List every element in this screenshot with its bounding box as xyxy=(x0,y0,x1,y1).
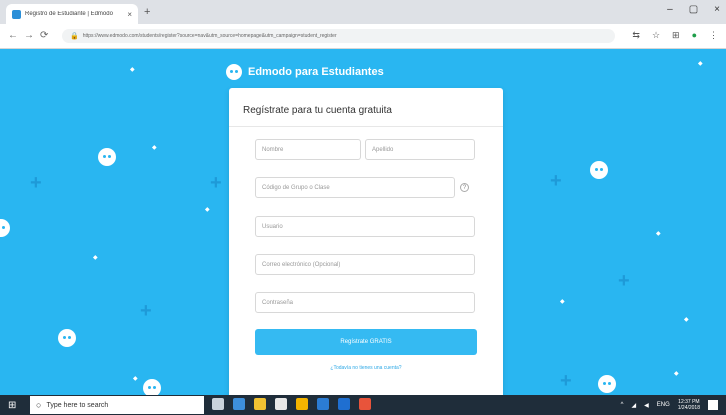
first-name-field[interactable]: Nombre xyxy=(255,139,361,160)
clock[interactable]: 12:37 PM 1/24/2018 xyxy=(678,399,700,411)
sparkle-icon: ◆ xyxy=(674,371,679,377)
registration-card: Regístrate para tu cuenta gratuita Nombr… xyxy=(229,88,503,395)
lock-icon: 🔒 xyxy=(70,33,79,40)
url-text: https://www.edmodo.com/students/register… xyxy=(82,33,337,39)
sparkle-icon: ◆ xyxy=(205,207,210,213)
tab-close-icon[interactable]: × xyxy=(127,10,132,19)
sparkle-icon: ◆ xyxy=(133,376,138,382)
system-tray: ^ ◢ ◀ ENG 12:37 PM 1/24/2018 xyxy=(621,399,718,411)
page-content: ◆ ◆ ◆ ◆ ◆ ◆ ◆ ◆ ◆ ◆ + + + + + + Edmodo p… xyxy=(0,49,726,395)
brand-header: Edmodo para Estudiantes xyxy=(226,64,384,80)
username-field[interactable]: Usuario xyxy=(255,216,475,237)
profile-icon[interactable]: ● xyxy=(692,30,697,41)
back-icon[interactable]: ← xyxy=(8,30,18,41)
store-icon[interactable] xyxy=(275,398,287,410)
window-controls: – ▢ × xyxy=(667,4,720,15)
sparkle-icon: ◆ xyxy=(560,299,565,305)
forward-icon[interactable]: → xyxy=(24,30,34,41)
divider xyxy=(229,126,503,127)
plus-decoration-icon: + xyxy=(560,370,572,392)
login-link[interactable]: ¿Todavía no tienes una cuenta? xyxy=(229,365,503,371)
browser-tab[interactable]: Registro de Estudiante | Edmodo × xyxy=(6,4,138,24)
robot-decoration-icon xyxy=(590,161,608,179)
sparkle-icon: ◆ xyxy=(130,67,135,73)
sparkle-icon: ◆ xyxy=(698,61,703,67)
language-indicator[interactable]: ENG xyxy=(657,402,670,408)
plus-decoration-icon: + xyxy=(210,172,222,194)
robot-decoration-icon xyxy=(143,379,161,395)
windows-taskbar: ⊞ ○ Type here to search ^ ◢ ◀ ENG 12:37 … xyxy=(0,395,726,415)
robot-decoration-icon xyxy=(58,329,76,347)
bookmark-star-icon[interactable]: ☆ xyxy=(652,30,660,41)
app-icon[interactable] xyxy=(359,398,371,410)
url-field[interactable]: 🔒 https://www.edmodo.com/students/regist… xyxy=(62,29,615,43)
email-field[interactable]: Correo electrónico (Opcional) xyxy=(255,254,475,275)
sparkle-icon: ◆ xyxy=(152,145,157,151)
help-icon[interactable]: ? xyxy=(460,183,469,192)
extensions-area: ⇆ ☆ ⊞ ● ⋮ xyxy=(632,30,718,41)
chrome-icon[interactable] xyxy=(296,398,308,410)
sparkle-icon: ◆ xyxy=(656,231,661,237)
minimize-icon[interactable]: – xyxy=(667,4,673,15)
edge-icon[interactable] xyxy=(233,398,245,410)
notification-icon[interactable] xyxy=(708,400,718,410)
maximize-icon[interactable]: ▢ xyxy=(689,4,698,15)
tab-title: Registro de Estudiante | Edmodo xyxy=(25,11,113,17)
form-title: Regístrate para tu cuenta gratuita xyxy=(243,105,392,116)
password-field[interactable]: Contraseña xyxy=(255,292,475,313)
submit-button[interactable]: Regístrate GRATIS xyxy=(255,329,477,355)
sparkle-icon: ◆ xyxy=(684,317,689,323)
plus-decoration-icon: + xyxy=(618,270,630,292)
plus-decoration-icon: + xyxy=(30,172,42,194)
edmodo-logo-icon xyxy=(226,64,242,80)
tray-arrow-icon[interactable]: ^ xyxy=(621,402,624,408)
mail-icon[interactable] xyxy=(338,398,350,410)
clock-date: 1/24/2018 xyxy=(677,405,700,411)
taskbar-search[interactable]: ○ Type here to search xyxy=(30,396,204,414)
file-explorer-icon[interactable] xyxy=(254,398,266,410)
address-bar: ← → ⟳ 🔒 https://www.edmodo.com/students/… xyxy=(0,24,726,49)
browser-tab-bar: Registro de Estudiante | Edmodo × + – ▢ … xyxy=(0,0,726,24)
reload-icon[interactable]: ⟳ xyxy=(40,30,48,41)
menu-icon[interactable]: ⋮ xyxy=(709,30,718,41)
network-icon[interactable]: ◢ xyxy=(631,402,636,409)
last-name-field[interactable]: Apellido xyxy=(365,139,475,160)
volume-icon[interactable]: ◀ xyxy=(644,402,649,409)
close-window-icon[interactable]: × xyxy=(714,4,720,15)
cortana-icon: ○ xyxy=(36,400,42,410)
robot-decoration-icon xyxy=(0,219,10,237)
new-tab-button[interactable]: + xyxy=(144,6,150,18)
robot-decoration-icon xyxy=(98,148,116,166)
taskbar-search-placeholder: Type here to search xyxy=(46,401,109,409)
word-icon[interactable] xyxy=(317,398,329,410)
brand-name: Edmodo para Estudiantes xyxy=(248,66,384,78)
extension-icon[interactable]: ⇆ xyxy=(632,30,640,41)
plus-decoration-icon: + xyxy=(550,170,562,192)
taskbar-pinned-apps xyxy=(212,398,371,410)
task-view-icon[interactable] xyxy=(212,398,224,410)
apps-icon[interactable]: ⊞ xyxy=(672,30,680,41)
plus-decoration-icon: + xyxy=(140,300,152,322)
robot-decoration-icon xyxy=(598,375,616,393)
group-code-field[interactable]: Código de Grupo o Clase xyxy=(255,177,455,198)
edmodo-favicon-icon xyxy=(12,9,21,19)
windows-start-icon[interactable]: ⊞ xyxy=(8,400,16,411)
sparkle-icon: ◆ xyxy=(93,255,98,261)
